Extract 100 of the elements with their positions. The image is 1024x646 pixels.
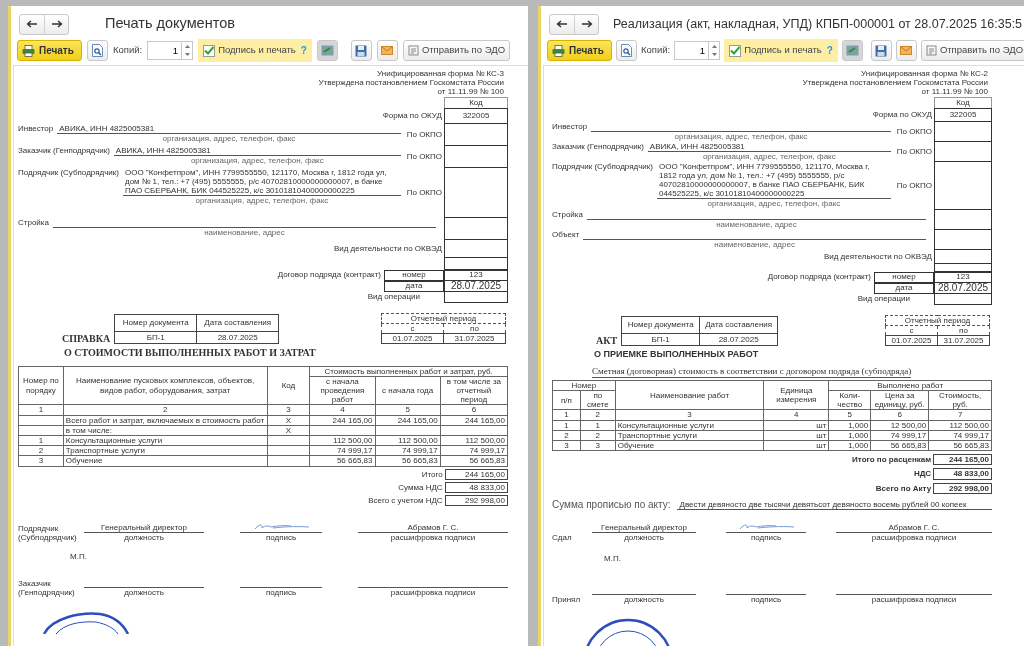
- table-cell: Транспортные услуги: [615, 430, 764, 441]
- document-number: БП-1: [114, 331, 197, 344]
- column-number: 6: [870, 409, 929, 421]
- column-header: Единица измерения: [763, 380, 829, 410]
- total-value: 292 998,00: [933, 482, 992, 494]
- total-label: Итого по расценкам: [852, 455, 932, 465]
- party-label: Стройка: [552, 209, 583, 219]
- email-button[interactable]: [895, 40, 917, 61]
- party-label: Заказчик (Генподрядчик): [18, 145, 110, 155]
- column-header: Выполнено работ: [828, 380, 992, 391]
- field-caption: организация, адрес, телефон, факс: [707, 199, 841, 209]
- table-cell: 1: [552, 420, 581, 431]
- sign-and-print-checkbox[interactable]: Подпись и печать: [203, 43, 296, 58]
- table-cell: шт: [763, 440, 829, 451]
- signature-stamp-button[interactable]: [841, 40, 863, 61]
- copies-field[interactable]: 1: [147, 41, 182, 60]
- document-type-title: СПРАВКА: [62, 332, 111, 345]
- form-header-text: от 11.11.99 № 100: [921, 87, 988, 97]
- code-cell: [444, 217, 508, 240]
- total-label: Всего с учетом НДС: [368, 495, 443, 506]
- estimate-caption: Сметная (договорная) стоимость в соответствии с договором подряда (субподряда): [592, 366, 912, 378]
- code-cell: [934, 141, 992, 162]
- table-cell: 1: [18, 435, 64, 446]
- total-value: 292 998,00: [444, 494, 508, 507]
- table-cell: Обучение: [615, 440, 764, 451]
- table-cell: X: [267, 415, 310, 426]
- code-cell: [444, 123, 508, 146]
- contract-number: 123: [444, 269, 508, 281]
- code-cell: [444, 167, 508, 218]
- print-button[interactable]: Печать: [547, 40, 612, 61]
- send-edo-button[interactable]: Отправить по ЭДО: [402, 40, 511, 61]
- contract-date-label: дата: [384, 280, 444, 292]
- field-caption: должность: [624, 594, 664, 604]
- signer-role: Принял: [552, 594, 581, 604]
- signer-name: Абрамов Г. С.: [888, 523, 940, 533]
- table-cell: 1,000: [828, 420, 871, 431]
- signature-stamp-button[interactable]: [316, 40, 338, 61]
- code-header: Код: [444, 96, 508, 108]
- form-header-text: Унифицированная форма № КС-3: [377, 69, 504, 79]
- spin-buttons[interactable]: [708, 41, 721, 60]
- print-preview-button[interactable]: [86, 40, 108, 61]
- field-caption: подпись: [265, 533, 297, 543]
- table-cell: [18, 415, 64, 426]
- total-value: 48 833,00: [933, 468, 992, 480]
- contract-date: 28.07.2025: [444, 280, 508, 292]
- okpo-label: По ОКПО: [406, 151, 442, 162]
- okud-code: 322005: [444, 107, 508, 124]
- contract-number: 123: [934, 271, 992, 283]
- amount-in-words: Двести девяносто две тысячи девятьсот девяносто восемь рублей 00 копеек: [679, 500, 967, 509]
- code-cell: [934, 293, 992, 305]
- code-cell: [934, 161, 992, 210]
- column-number: 4: [309, 404, 375, 416]
- amount-in-words-label: Сумма прописью по акту:: [552, 498, 671, 511]
- column-header: Наименование пусковых комплексов, объектов, видов работ, оборудования, затрат: [63, 366, 268, 405]
- field-caption: организация, адрес, телефон, факс: [702, 151, 836, 161]
- table-cell: шт: [763, 430, 829, 441]
- magnifier-page-icon: [620, 44, 632, 57]
- save-button[interactable]: [870, 40, 892, 61]
- table-cell: шт: [763, 420, 829, 431]
- print-button[interactable]: Печать: [17, 40, 82, 61]
- spin-buttons[interactable]: [181, 41, 194, 60]
- table-cell: 244 165,00: [440, 415, 508, 426]
- print-preview-button[interactable]: [615, 40, 637, 61]
- period-label: Отчетный период: [381, 313, 506, 324]
- party-value: ООО "Конфетпром", ИНН 7799555550, 121170, Москва г, 1812 года ул, дом № 1, тел.: +7 (495) 5555555, р/с 40702810000000000007, в банке ПАО СБЕРБАНК, БИК 044525225, к/с 30101810400000000225: [658, 161, 870, 199]
- total-label: НДС: [913, 469, 932, 479]
- code-cell: [444, 239, 508, 258]
- back-arrow-icon: [556, 20, 568, 28]
- signer-role: Подрядчик: [18, 523, 59, 533]
- document-subtitle: О СТОИМОСТИ ВЫПОЛНЕННЫХ РАБОТ И ЗАТРАТ: [64, 347, 316, 359]
- table-cell: [18, 425, 64, 436]
- table-cell: 3: [18, 455, 64, 466]
- form-header-text: от 11.11.99 № 100: [437, 87, 504, 97]
- period-from: 01.07.2025: [885, 335, 938, 346]
- send-edo-button[interactable]: Отправить по ЭДО: [920, 40, 1024, 61]
- operation-label: Вид операции: [367, 292, 420, 302]
- copies-field[interactable]: 1: [674, 41, 709, 60]
- code-cell: [934, 209, 992, 230]
- okpo-label: По ОКПО: [896, 180, 932, 191]
- field-caption: организация, адрес, телефон, факс: [162, 133, 296, 143]
- email-button[interactable]: [376, 40, 398, 61]
- field-caption: расшифровка подписи: [871, 594, 957, 604]
- party-value: ООО "Конфетпром", ИНН 7799555550, 121170, Москва г, 1812 года ул, дом № 1, тел.: +7 (495) 5555555, р/с 40702810000000000007, в банке ПАО СБЕРБАНК, БИК 044525225, к/с 30101810400000000225: [124, 167, 387, 195]
- table-cell: 74 999,17: [375, 445, 441, 456]
- field-caption: организация, адрес, телефон, факс: [195, 196, 329, 206]
- sign-and-print-checkbox[interactable]: Подпись и печать: [729, 43, 822, 58]
- signer-role: Сдал: [552, 533, 572, 543]
- table-cell: 2: [18, 445, 64, 456]
- total-value: 48 833,00: [444, 481, 508, 493]
- save-button[interactable]: [350, 40, 372, 61]
- column-number: 4: [763, 409, 829, 421]
- stamp-pen-icon: [845, 45, 859, 56]
- column-number: 2: [63, 404, 268, 416]
- column-header: в том числе за отчетный период: [440, 376, 508, 405]
- okpo-label: По ОКПО: [896, 126, 932, 137]
- document-icon: [407, 45, 419, 56]
- period-from-label: с: [885, 325, 938, 336]
- envelope-icon: [381, 46, 394, 55]
- field-caption: должность: [124, 533, 164, 543]
- party-value: АВИКА, ИНН 4825005381: [649, 141, 745, 151]
